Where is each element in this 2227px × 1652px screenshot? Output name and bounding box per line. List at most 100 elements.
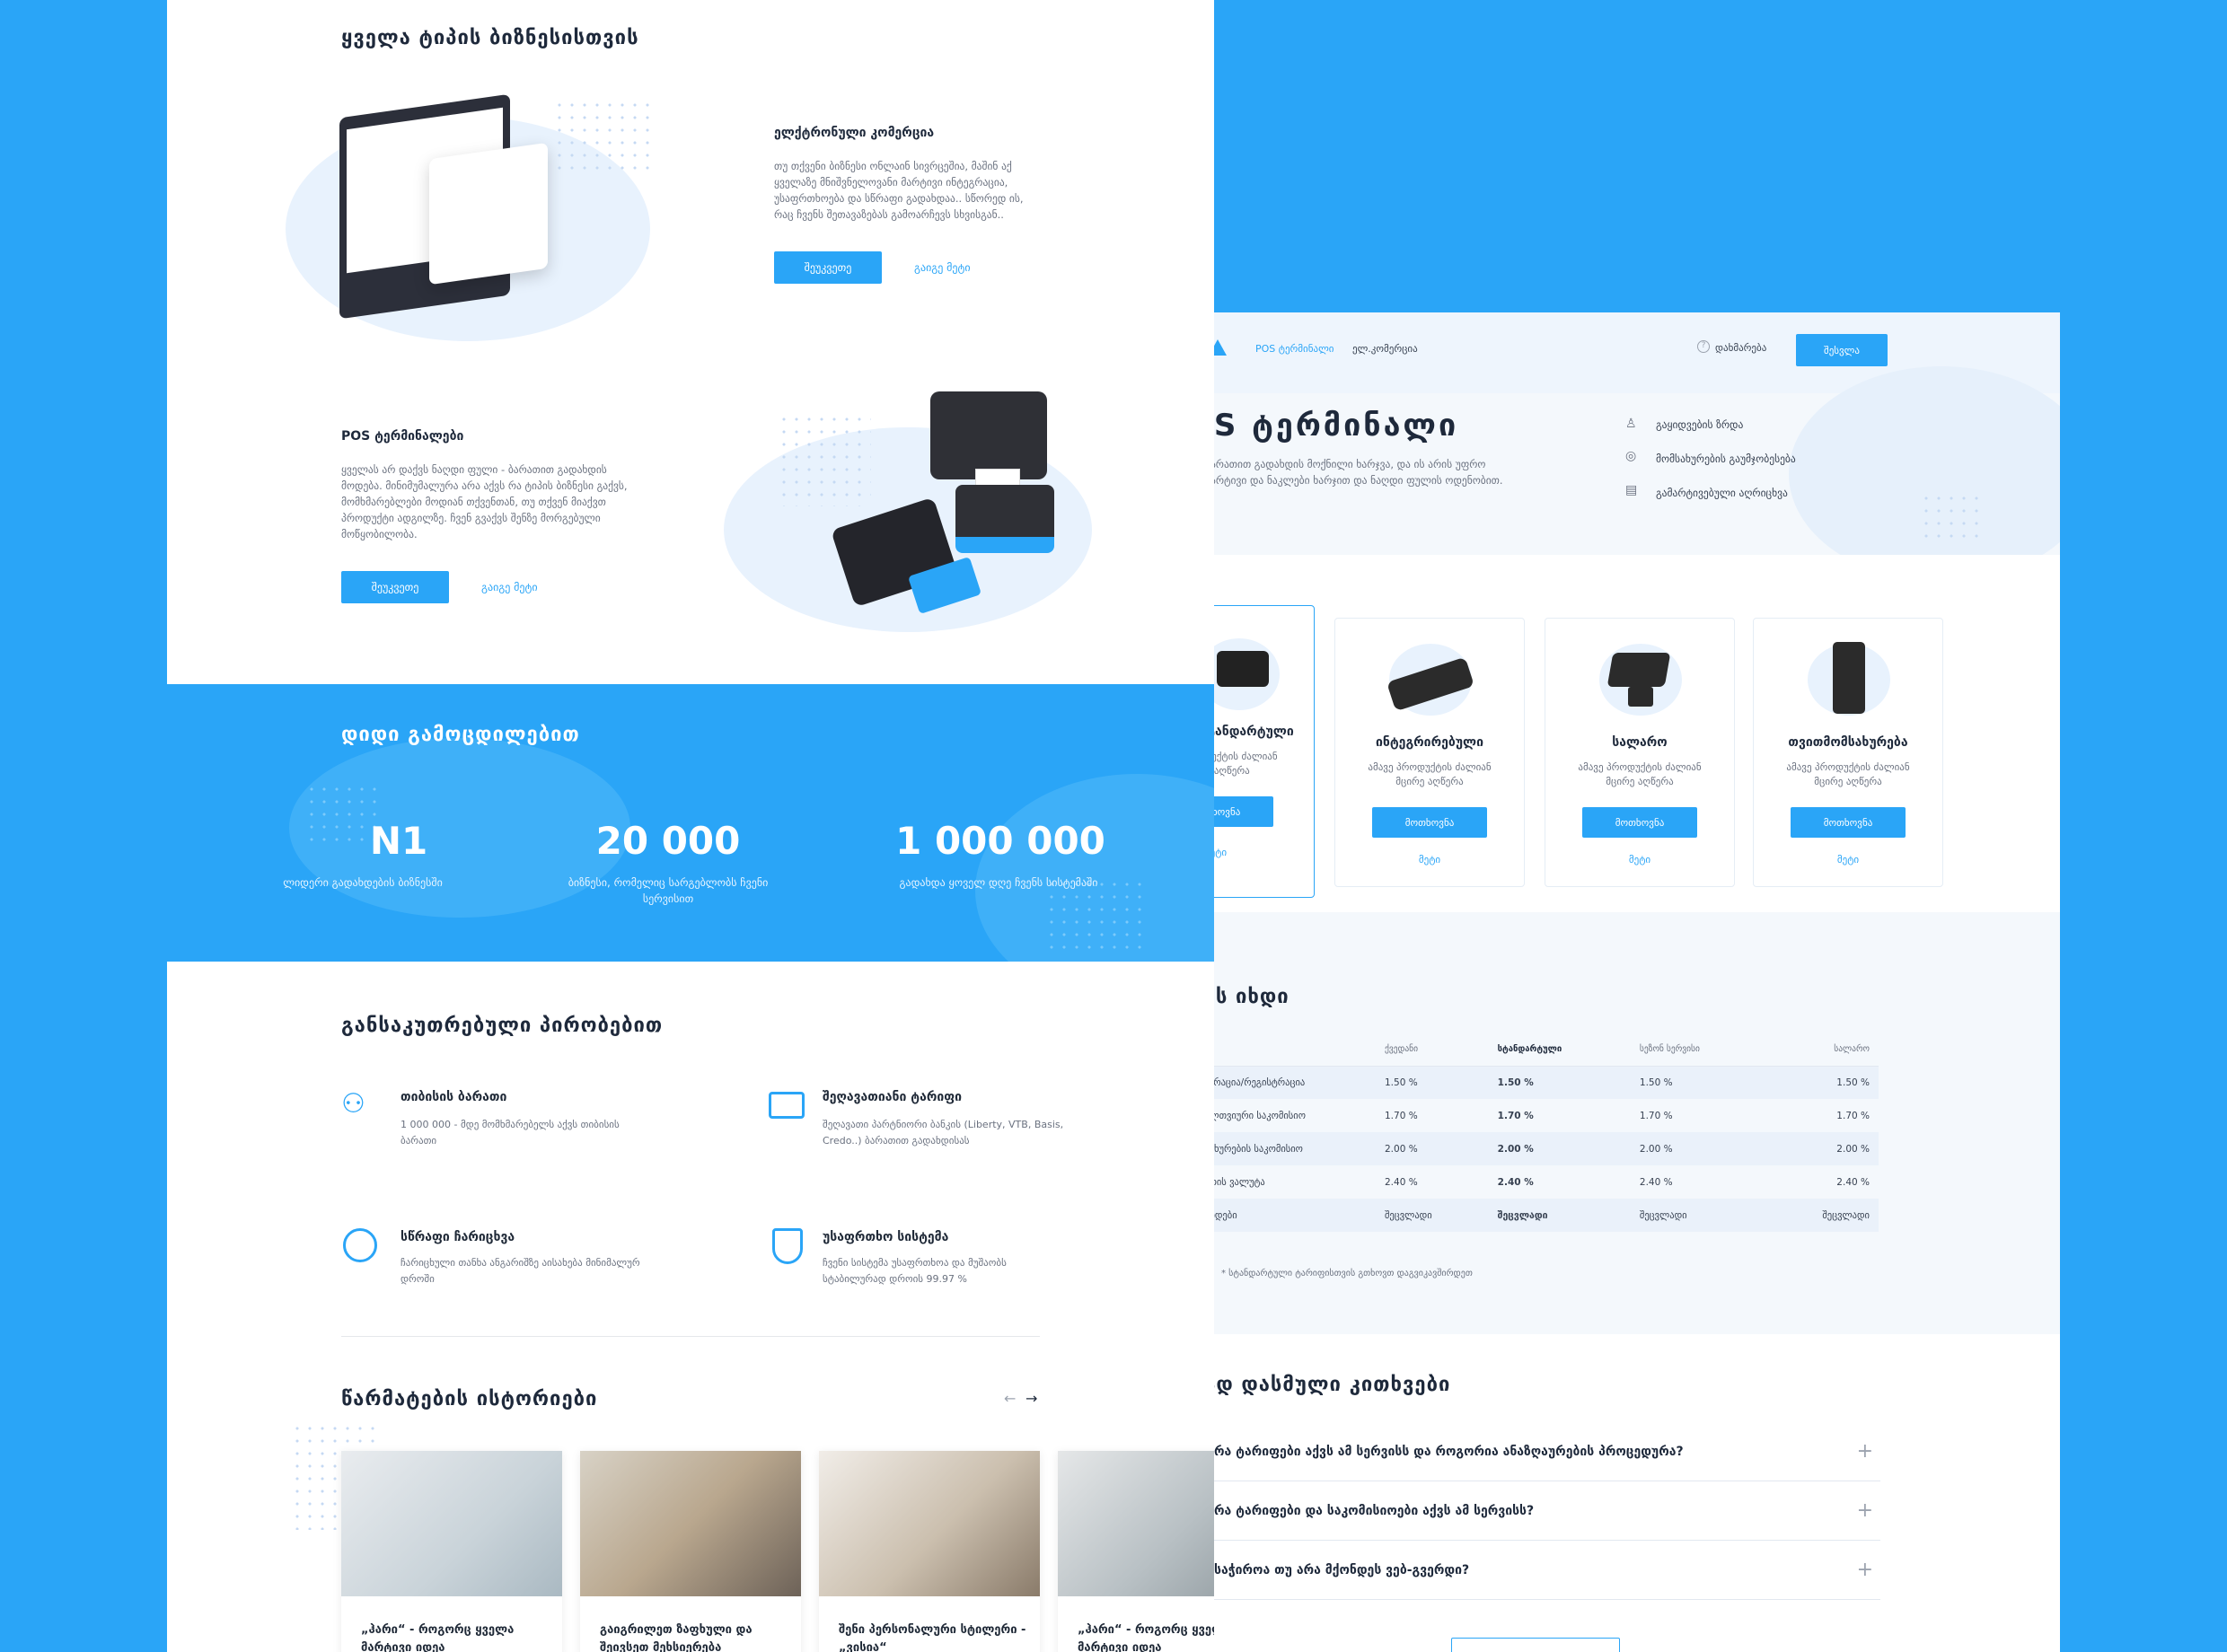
- col-header: ქვედანი: [1385, 1043, 1419, 1054]
- tariff-heading: რამდენს იხდი: [1214, 986, 1290, 1008]
- table-cell: შეცვლადი: [1639, 1209, 1687, 1221]
- stories-heading: წარმატების ისტორიები: [341, 1388, 598, 1410]
- story-card[interactable]: გაიგრილეთ ზაფხული და შეივსეთ მეხსიერება: [580, 1451, 801, 1652]
- more-link[interactable]: მეტი: [1335, 854, 1524, 866]
- product-name: სალარო: [1612, 735, 1668, 750]
- pos-text: ყველას არ დაქვს ნაღდი ფული - ბარათით გად…: [341, 463, 628, 540]
- arrow-right-icon[interactable]: →: [1025, 1390, 1037, 1407]
- product-card-2[interactable]: ინტეგრირებული ამავე პროდუქტის ძალიან მცი…: [1334, 618, 1525, 887]
- order-button[interactable]: შეუკვეთე: [341, 571, 449, 603]
- logo-icon[interactable]: [1214, 339, 1227, 356]
- table-cell: 1.50 %: [1836, 1076, 1870, 1088]
- request-button[interactable]: მოთხოვნა: [1582, 807, 1697, 838]
- load-more-button[interactable]: [1451, 1638, 1620, 1652]
- tariff-note[interactable]: * სტანდარტული ტარიფისთვის გთხოვთ დაგვიკა…: [1221, 1266, 1473, 1282]
- growth-icon: ♙: [1625, 417, 1637, 431]
- product-card-1[interactable]: სტანდარტული ამავე პროდუქტის ძალიან მცირე…: [1214, 605, 1315, 898]
- conditions-heading: განსაკუთრებული პირობებით: [341, 1015, 664, 1037]
- business-heading: ყველა ტიპის ბიზნესისთვის: [341, 27, 639, 49]
- table-cell: შეცვლადი: [1822, 1209, 1870, 1221]
- stats-section: დიდი გამოცდილებით N1 ლიდერი გადახდების ბ…: [167, 684, 1214, 962]
- table-cell: შეცვლადი: [1497, 1209, 1548, 1221]
- payment-card-ui: [429, 142, 548, 286]
- col-header: სეზონ სერვისი: [1639, 1043, 1700, 1054]
- table-cell: 1.70 %: [1385, 1110, 1418, 1121]
- table-cell: 1.50 %: [1497, 1076, 1534, 1088]
- more-link[interactable]: მეტი: [1754, 854, 1942, 866]
- plus-icon[interactable]: +: [1857, 1499, 1873, 1522]
- product-name: ინტეგრირებული: [1376, 735, 1483, 750]
- nav-pos[interactable]: POS ტერმინალი: [1255, 343, 1334, 355]
- more-link[interactable]: მეტი: [1545, 854, 1734, 866]
- table-cell: 2.40 %: [1385, 1176, 1418, 1188]
- cashier-stand: [1628, 687, 1653, 707]
- table-cell: 1.70 %: [1836, 1110, 1870, 1121]
- table-row: ბარათის ვალუტა 2.40 % 2.40 % 2.40 % 2.40 %: [1214, 1165, 1879, 1199]
- credit-card-icon: [769, 1092, 805, 1119]
- story-card[interactable]: „ჰარი“ - როგორც ყველა მარტივი იდეა: [1058, 1451, 1214, 1652]
- pos-page: POS ტერმინალი ელ.კომერცია ? დახმარება შე…: [1214, 312, 2060, 1652]
- terminal-device: [1217, 651, 1269, 687]
- product-card-3[interactable]: სალარო ამავე პროდუქტის ძალიან მცირე აღწე…: [1545, 618, 1735, 887]
- row-label: ინტეგრაცია/რეგისტრაცია: [1214, 1076, 1306, 1088]
- stat-caption: ლიდერი გადახდების ბიზნესში: [283, 876, 443, 889]
- condition-title: თიბისის ბარათი: [401, 1090, 507, 1104]
- learn-more-link[interactable]: გაიგე მეტი: [914, 261, 971, 274]
- home-page: ყველა ტიპის ბიზნესისთვის ელქტრონული კომე…: [167, 0, 1214, 1652]
- table-row: ყოველთვიური საკომისიო 1.70 % 1.70 % 1.70 % 1…: [1214, 1099, 1879, 1132]
- terminal-base: [955, 485, 1054, 553]
- stat-number: 1 000 000: [895, 819, 1105, 863]
- faq-item[interactable]: საჭიროა თუ არა მქონდეს ვებ-გვერდი? +: [1214, 1541, 1880, 1600]
- order-button[interactable]: შეუკვეთე: [774, 251, 882, 284]
- hero-title: POS ტერმინალი: [1214, 408, 1459, 444]
- condition-title: უსაფრთხო სისტემა: [823, 1230, 949, 1244]
- login-button[interactable]: შესვლა: [1796, 334, 1888, 366]
- product-desc: ამავე პროდუქტის ძალიან მცირე აღწერა: [1214, 751, 1278, 777]
- learn-more-link[interactable]: გაიგე მეტი: [481, 581, 538, 593]
- request-button[interactable]: მოთხოვნა: [1791, 807, 1906, 838]
- table-cell: 2.00 %: [1639, 1143, 1673, 1155]
- help-icon[interactable]: ?: [1697, 340, 1710, 353]
- pos-illustration: [787, 386, 1056, 637]
- terminal-screen: [930, 391, 1047, 479]
- stats-heading: დიდი გამოცდილებით: [341, 724, 580, 746]
- condition-title: სწრაფი ჩარიცხვა: [401, 1230, 515, 1244]
- plus-icon[interactable]: +: [1857, 1559, 1873, 1581]
- table-row: მომსახურების საკომისიო 2.00 % 2.00 % 2.00 %…: [1214, 1132, 1879, 1165]
- feature-2: მომსახურების გაუმჯობესება: [1656, 453, 1796, 465]
- nav-ecom[interactable]: ელ.კომერცია: [1352, 343, 1418, 355]
- table-header: ქვედანი სტანდარტული სეზონ სერვისი სალარო: [1214, 1032, 1879, 1066]
- more-link[interactable]: მეტი: [1214, 847, 1314, 858]
- faq-question: რა ტარიფები და საკომისიოები აქვს ამ სერვ…: [1214, 1503, 1535, 1518]
- faq-item[interactable]: რა ტარიფები აქვს ამ სერვისს და როგორია ა…: [1214, 1422, 1880, 1481]
- condition-card-icon: ⚇: [341, 1088, 365, 1120]
- col-header: სტანდარტული: [1497, 1043, 1562, 1054]
- story-card[interactable]: შენი პერსონალური სტილერი - „ვისია“: [819, 1451, 1040, 1652]
- receipt-icon: ▤: [1625, 483, 1638, 497]
- faq-question: რა ტარიფები აქვს ამ სერვისს და როგორია ა…: [1214, 1444, 1684, 1459]
- feature-1: გაყიდვების ზრდა: [1656, 418, 1744, 431]
- request-button[interactable]: მოთხოვნა: [1214, 796, 1273, 827]
- arrow-left-icon[interactable]: ←: [1004, 1390, 1016, 1407]
- table-row: გადახდები შეცვლადი შეცვლადი შეცვლადი შეცვლად…: [1214, 1199, 1879, 1232]
- condition-text: შეღავათი პარტნიორი ბანკის (Liberty, VTB,…: [823, 1119, 1064, 1147]
- plus-icon[interactable]: +: [1857, 1440, 1873, 1463]
- faq-list: რა ტარიფები აქვს ამ სერვისს და როგორია ა…: [1214, 1422, 1880, 1602]
- request-button[interactable]: მოთხოვნა: [1372, 807, 1487, 838]
- story-card[interactable]: „ჰარი“ - როგორც ყველა მარტივი იდეა: [341, 1451, 562, 1652]
- nav-help[interactable]: დახმარება: [1715, 342, 1766, 354]
- stopwatch-icon: [343, 1228, 377, 1262]
- condition-text: ჩვენი სისტემა უსაფრთხოა და მუშაობს სტაბი…: [823, 1257, 1007, 1285]
- faq-heading: ხშირად დასმული კითხვები: [1214, 1374, 1451, 1396]
- product-desc: ამავე პროდუქტის ძალიან მცირე აღწერა: [1578, 761, 1702, 787]
- condition-text: 1 000 000 - მდე მომხმარებელს აქვს თიბისი…: [401, 1119, 620, 1147]
- story-title: „ჰარი“ - როგორც ყველა მარტივი იდეა: [361, 1623, 515, 1652]
- product-card-4[interactable]: თვითმომსახურება ამავე პროდუქტის ძალიან მ…: [1753, 618, 1943, 887]
- faq-item[interactable]: რა ტარიფები და საკომისიოები აქვს ამ სერვ…: [1214, 1481, 1880, 1541]
- table-cell: 1.50 %: [1639, 1076, 1673, 1088]
- table-cell: 2.00 %: [1836, 1143, 1870, 1155]
- story-image: [341, 1451, 562, 1596]
- ecom-title: ელქტრონული კომერცია: [774, 126, 935, 140]
- shield-icon: [772, 1228, 803, 1264]
- table-cell: 1.70 %: [1497, 1110, 1534, 1121]
